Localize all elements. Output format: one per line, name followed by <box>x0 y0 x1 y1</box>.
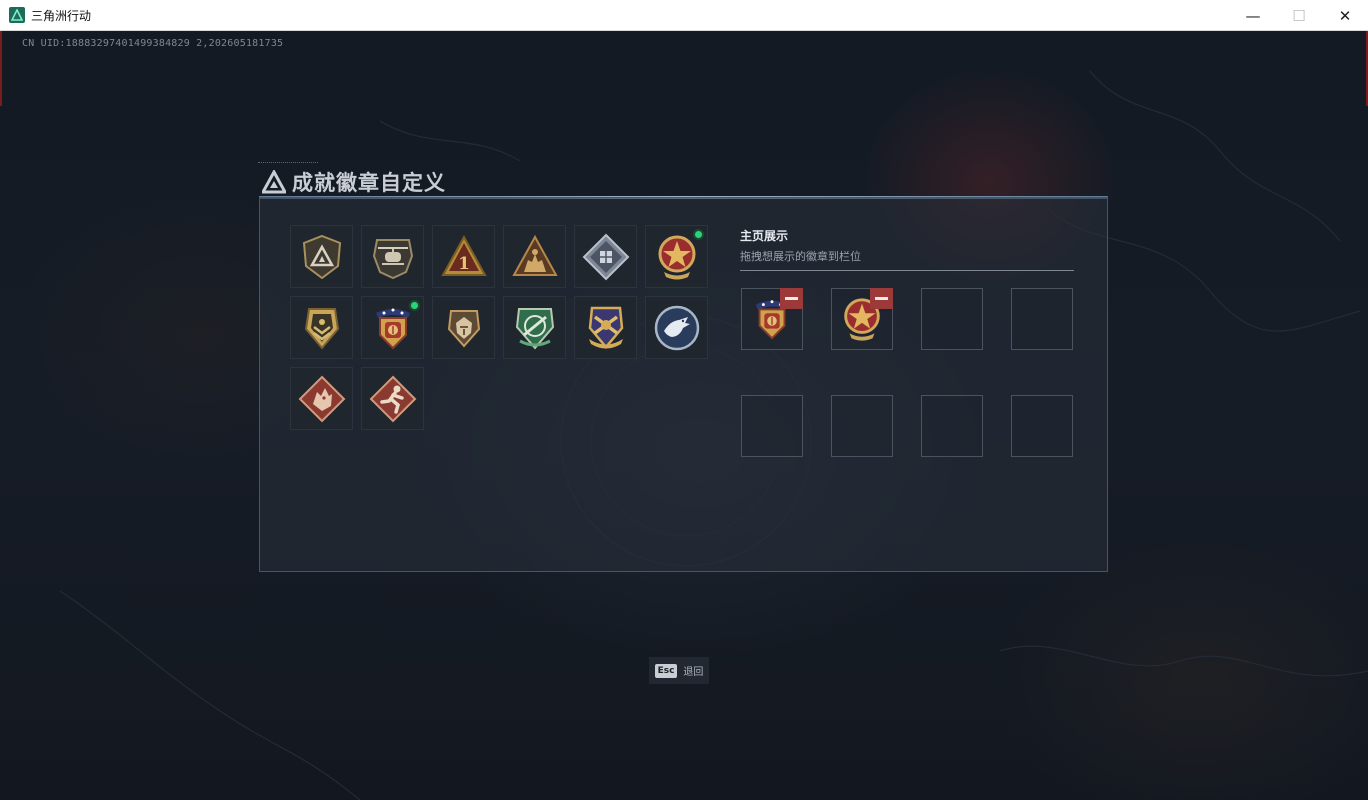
badge-item[interactable] <box>290 367 353 430</box>
delta-force-app-icon <box>9 7 25 23</box>
badge-item[interactable] <box>290 225 353 288</box>
delta-triangle-badge-icon <box>302 234 341 279</box>
showcase-divider <box>740 270 1074 271</box>
badge-item[interactable] <box>574 225 637 288</box>
badge-inventory-grid: 1 <box>290 225 708 430</box>
showcase-slot-grid <box>741 288 1073 457</box>
esc-key-label: Esc <box>654 663 678 678</box>
header-decoration <box>258 162 318 165</box>
lion-shield-badge-icon <box>447 309 480 348</box>
homepage-showcase-header: 主页展示 拖拽想展示的徽章到栏位 <box>740 227 1074 271</box>
new-indicator-dot <box>409 300 420 311</box>
minus-icon <box>785 297 798 300</box>
showcase-title: 主页展示 <box>740 229 789 243</box>
red-dragon-diamond-badge-icon <box>298 375 345 422</box>
badge-item[interactable] <box>361 367 424 430</box>
uid-text: CN UID:18883297401499384829 2,2026051817… <box>22 38 284 49</box>
delta-logo-icon <box>262 170 286 194</box>
badge-item[interactable] <box>361 296 424 359</box>
minus-icon <box>875 297 888 300</box>
showcase-slot-empty[interactable] <box>1011 288 1073 350</box>
window-controls: — ☐ ✕ <box>1230 0 1368 31</box>
page-title: 成就徽章自定义 <box>292 171 446 195</box>
window-title: 三角洲行动 <box>31 8 92 23</box>
purple-weapon-shield-badge-icon <box>588 306 623 349</box>
showcase-subtitle: 拖拽想展示的徽章到栏位 <box>740 250 861 263</box>
eagle-round-badge-icon <box>654 305 699 350</box>
showcase-slot[interactable] <box>741 288 803 350</box>
showcase-slot-empty[interactable] <box>921 288 983 350</box>
maximize-button[interactable]: ☐ <box>1276 0 1322 31</box>
green-rifle-shield-badge-icon <box>515 307 554 350</box>
badge-item[interactable] <box>645 296 708 359</box>
badge-item[interactable] <box>503 296 566 359</box>
badge-item[interactable] <box>361 225 424 288</box>
new-indicator-dot <box>693 229 704 240</box>
showcase-slot-empty[interactable] <box>741 395 803 457</box>
showcase-slot-empty[interactable] <box>831 395 893 457</box>
red-star-medal-badge-icon <box>658 235 695 279</box>
remove-badge-button[interactable] <box>870 288 893 309</box>
badge-customize-panel: 1 主页展示 拖拽想展示的徽章到栏位 <box>259 197 1108 572</box>
starred-eagle-medal-badge-icon <box>375 308 410 349</box>
showcase-slot-empty[interactable] <box>1011 395 1073 457</box>
panel-header: 成就徽章自定义 <box>262 167 446 197</box>
badge-item[interactable] <box>432 296 495 359</box>
gold-chevron-shield-badge-icon <box>304 307 339 350</box>
back-label: 退回 <box>683 667 704 678</box>
esc-back-button[interactable]: Esc 退回 <box>649 657 709 684</box>
minimize-button[interactable]: — <box>1230 0 1276 31</box>
showcase-slot-empty[interactable] <box>921 395 983 457</box>
showcase-slot[interactable] <box>831 288 893 350</box>
badge-item[interactable] <box>503 225 566 288</box>
badge-item[interactable] <box>645 225 708 288</box>
remove-badge-button[interactable] <box>780 288 803 309</box>
number-one-triangle-badge-icon: 1 <box>440 234 487 276</box>
helicopter-badge-icon <box>372 238 413 279</box>
edge-accent-left <box>0 31 2 106</box>
svg-text:1: 1 <box>458 254 470 274</box>
close-button[interactable]: ✕ <box>1322 0 1368 31</box>
soldiers-triangle-badge-icon <box>511 234 558 276</box>
badge-item[interactable] <box>574 296 637 359</box>
red-runner-diamond-badge-icon <box>369 375 416 422</box>
badge-item[interactable] <box>290 296 353 359</box>
window-titlebar: 三角洲行动 — ☐ ✕ <box>0 0 1368 31</box>
crate-diamond-badge-icon <box>582 233 629 280</box>
badge-item[interactable]: 1 <box>432 225 495 288</box>
